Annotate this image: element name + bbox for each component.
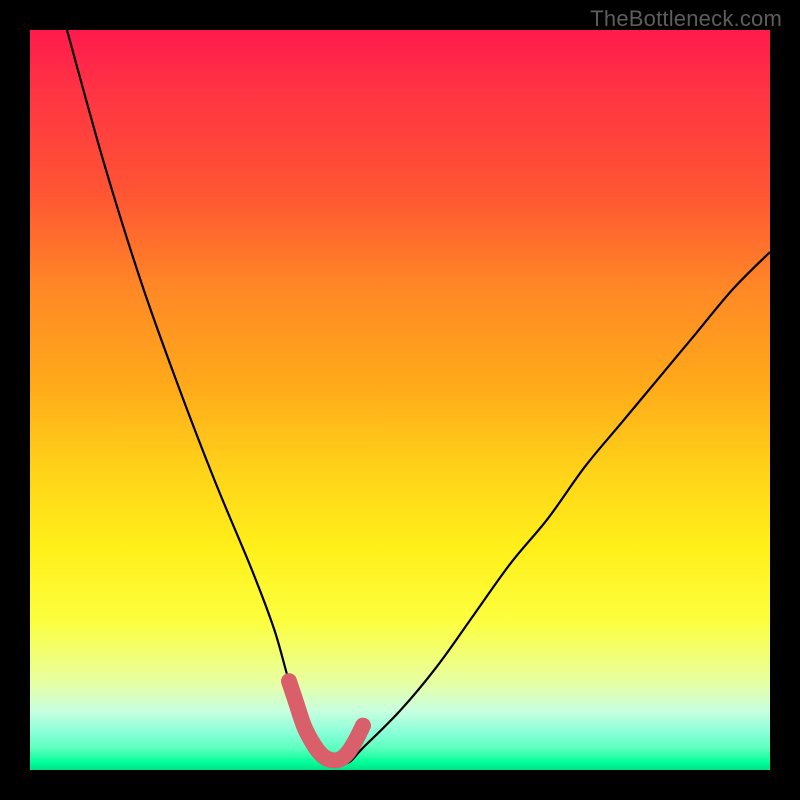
bottleneck-curve-path (67, 30, 770, 765)
watermark-text: TheBottleneck.com (590, 6, 782, 32)
optimal-marker-path (289, 681, 363, 760)
curve-layer (30, 30, 770, 770)
plot-area (30, 30, 770, 770)
chart-canvas: TheBottleneck.com (0, 0, 800, 800)
